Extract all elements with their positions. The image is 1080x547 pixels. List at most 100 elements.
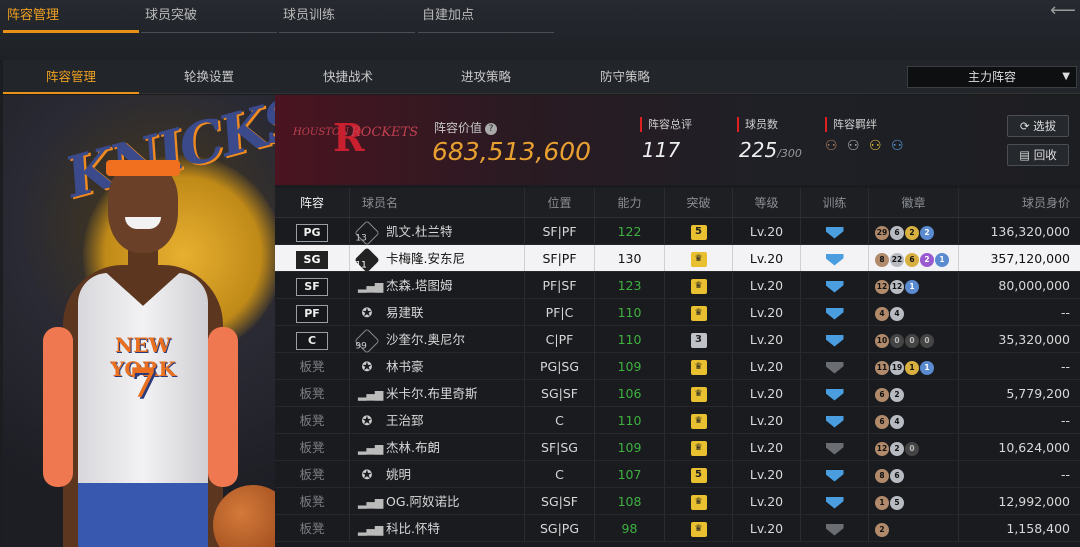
badges-cell[interactable]: 62: [869, 380, 959, 406]
breakthrough-icon[interactable]: ♛: [690, 252, 707, 267]
training-icon[interactable]: [825, 469, 844, 482]
bond-gold-icon[interactable]: ⚇: [869, 138, 887, 154]
table-row[interactable]: 板凳 ✪ 林书豪 PG|SG 109 ♛ Lv.20 11 19 1 1 --: [275, 353, 1080, 380]
position-badge[interactable]: SG: [296, 250, 328, 269]
badge-icon: 22: [890, 252, 904, 267]
breakthrough-icon[interactable]: ♛: [690, 441, 707, 456]
player-head: [108, 163, 178, 253]
position-badge[interactable]: SF: [296, 277, 328, 296]
player-name-cell[interactable]: ▂▄▆ 米卡尔.布里奇斯: [350, 380, 525, 406]
bond-bronze-icon[interactable]: ⚇: [825, 138, 843, 154]
bond-silver-icon[interactable]: ⚇: [847, 138, 865, 154]
tab-player-breakthrough[interactable]: 球员突破: [141, 0, 277, 33]
table-row[interactable]: 板凳 ▂▄▆ OG.阿奴诺比 SG|SF 108 ♛ Lv.20 1 5 12,992,000: [275, 488, 1080, 515]
training-icon[interactable]: [825, 334, 844, 347]
subtab-defense[interactable]: 防守策略: [557, 60, 693, 94]
training-icon[interactable]: [825, 307, 844, 320]
position-badge[interactable]: PF: [296, 304, 328, 323]
player-name-cell[interactable]: ▂▄▆ 杰林.布朗: [350, 434, 525, 460]
price-cell: 80,000,000: [998, 278, 1070, 293]
table-row[interactable]: SG 11 卡梅隆.安东尼 SF|PF 130 ♛ Lv.20 8 22 6 2 1 357,120,0…: [275, 245, 1080, 273]
table-row[interactable]: 板凳 ▂▄▆ 杰林.布朗 SF|SG 109 ♛ Lv.20 12 2 0 10,624,000: [275, 434, 1080, 461]
badges-cell[interactable]: 12 12 1: [869, 272, 959, 298]
badges-cell[interactable]: 8 22 6 2 1: [869, 245, 959, 271]
player-name-cell[interactable]: ✪ 姚明: [350, 461, 525, 487]
badges-cell[interactable]: 11 19 1 1: [869, 353, 959, 379]
training-icon[interactable]: [825, 280, 844, 293]
subtab-quick-tactics[interactable]: 快捷战术: [280, 60, 416, 94]
subtab-lineup[interactable]: 阵容管理: [3, 60, 139, 94]
recycle-button[interactable]: ▤ 回收: [1007, 144, 1069, 166]
subtab-rotation[interactable]: 轮换设置: [141, 60, 277, 94]
player-name-cell[interactable]: ✪ 林书豪: [350, 353, 525, 379]
help-icon[interactable]: ?: [485, 122, 498, 135]
training-icon[interactable]: [825, 415, 844, 428]
col-position[interactable]: 位置: [525, 188, 595, 217]
badges-cell[interactable]: 64: [869, 407, 959, 433]
col-training[interactable]: 训练: [801, 188, 869, 217]
training-icon[interactable]: [825, 496, 844, 509]
player-name-cell[interactable]: 11 卡梅隆.安东尼: [350, 245, 525, 273]
breakthrough-icon[interactable]: 5: [690, 225, 707, 240]
back-arrow-icon[interactable]: ⟵: [1050, 2, 1080, 20]
col-slot[interactable]: 阵容: [275, 188, 350, 217]
table-row[interactable]: 板凳 ✪ 姚明 C 107 5 Lv.20 8 6 --: [275, 461, 1080, 488]
col-badges[interactable]: 徽章: [869, 188, 959, 217]
position-badge[interactable]: PG: [296, 223, 328, 242]
training-icon[interactable]: [825, 226, 844, 239]
training-icon[interactable]: [825, 388, 844, 401]
table-row[interactable]: SF ▂▄▆ 杰森.塔图姆 PF|SF 123 ♛ Lv.20 12 12 1 80,000,000: [275, 272, 1080, 299]
table-row[interactable]: 板凳 ▂▄▆ 米卡尔.布里奇斯 SG|SF 106 ♛ Lv.20 6 2 5,779,200: [275, 380, 1080, 407]
badge-icon: 4: [875, 306, 889, 321]
table-row[interactable]: PF ✪ 易建联 PF|C 110 ♛ Lv.20 4 4 --: [275, 299, 1080, 326]
level-cell: Lv.20: [733, 326, 801, 352]
badge-icon: 19: [890, 360, 904, 375]
player-name-cell[interactable]: 13 凯文.杜兰特: [350, 218, 525, 246]
breakthrough-icon[interactable]: ♛: [690, 387, 707, 402]
bond-blue-icon[interactable]: ⚇: [891, 138, 909, 154]
badges-cell[interactable]: 86: [869, 461, 959, 487]
badges-cell[interactable]: 29 6 2 2: [869, 218, 959, 244]
breakthrough-icon[interactable]: 3: [690, 333, 707, 348]
roster-table: 阵容 球员名 位置 能力 突破 等级 训练 徽章 球员身价 PG 13 凯文.杜兰特…: [275, 188, 1080, 542]
breakthrough-icon[interactable]: ♛: [690, 360, 707, 375]
player-name-cell[interactable]: ✪ 易建联: [350, 299, 525, 325]
player-name-cell[interactable]: ▂▄▆ 杰森.塔图姆: [350, 272, 525, 298]
player-name-cell[interactable]: 99 沙奎尔.奥尼尔: [350, 326, 525, 354]
badges-cell[interactable]: 2: [869, 515, 959, 541]
breakthrough-icon[interactable]: ♛: [690, 279, 707, 294]
col-price[interactable]: 球员身价: [959, 188, 1080, 217]
tab-lineup-management[interactable]: 阵容管理: [3, 0, 139, 33]
breakthrough-icon[interactable]: ♛: [690, 522, 707, 537]
col-name[interactable]: 球员名: [350, 188, 525, 217]
lineup-select[interactable]: 主力阵容 ▼: [907, 66, 1077, 88]
training-icon[interactable]: [825, 442, 844, 455]
player-name-cell[interactable]: ▂▄▆ OG.阿奴诺比: [350, 488, 525, 514]
training-icon[interactable]: [825, 523, 844, 536]
table-row[interactable]: PG 13 凯文.杜兰特 SF|PF 122 5 Lv.20 29 6 2 2 136,320,000: [275, 218, 1080, 246]
col-level[interactable]: 等级: [733, 188, 801, 217]
badges-cell[interactable]: 12 2 0: [869, 434, 959, 460]
tab-player-training[interactable]: 球员训练: [279, 0, 415, 33]
training-icon[interactable]: [825, 361, 844, 374]
breakthrough-icon[interactable]: ♛: [690, 306, 707, 321]
badges-cell[interactable]: 15: [869, 488, 959, 514]
tab-custom-points[interactable]: 自建加点: [418, 0, 554, 33]
player-name-cell[interactable]: ✪ 王治郅: [350, 407, 525, 433]
breakthrough-icon[interactable]: 5: [690, 468, 707, 483]
breakthrough-icon[interactable]: ♛: [690, 495, 707, 510]
position-badge[interactable]: C: [296, 331, 328, 350]
player-name-cell[interactable]: ▂▄▆ 科比.怀特: [350, 515, 525, 541]
badges-cell[interactable]: 10 0 0 0: [869, 326, 959, 352]
table-row[interactable]: 板凳 ▂▄▆ 科比.怀特 SG|PG 98 ♛ Lv.20 2 1,158,400: [275, 515, 1080, 542]
badges-cell[interactable]: 44: [869, 299, 959, 325]
breakthrough-icon[interactable]: ♛: [690, 414, 707, 429]
table-row[interactable]: 板凳 ✪ 王治郅 C 110 ♛ Lv.20 6 4 --: [275, 407, 1080, 434]
subtab-offense[interactable]: 进攻策略: [418, 60, 554, 94]
training-icon[interactable]: [825, 253, 844, 266]
col-ability[interactable]: 能力: [595, 188, 665, 217]
badge-icon: 1: [905, 279, 919, 294]
table-row[interactable]: C 99 沙奎尔.奥尼尔 C|PF 110 3 Lv.20 10 0 0 0 35,320,000: [275, 326, 1080, 354]
select-button[interactable]: ⟳ 选拔: [1007, 115, 1069, 137]
col-breakthrough[interactable]: 突破: [665, 188, 733, 217]
